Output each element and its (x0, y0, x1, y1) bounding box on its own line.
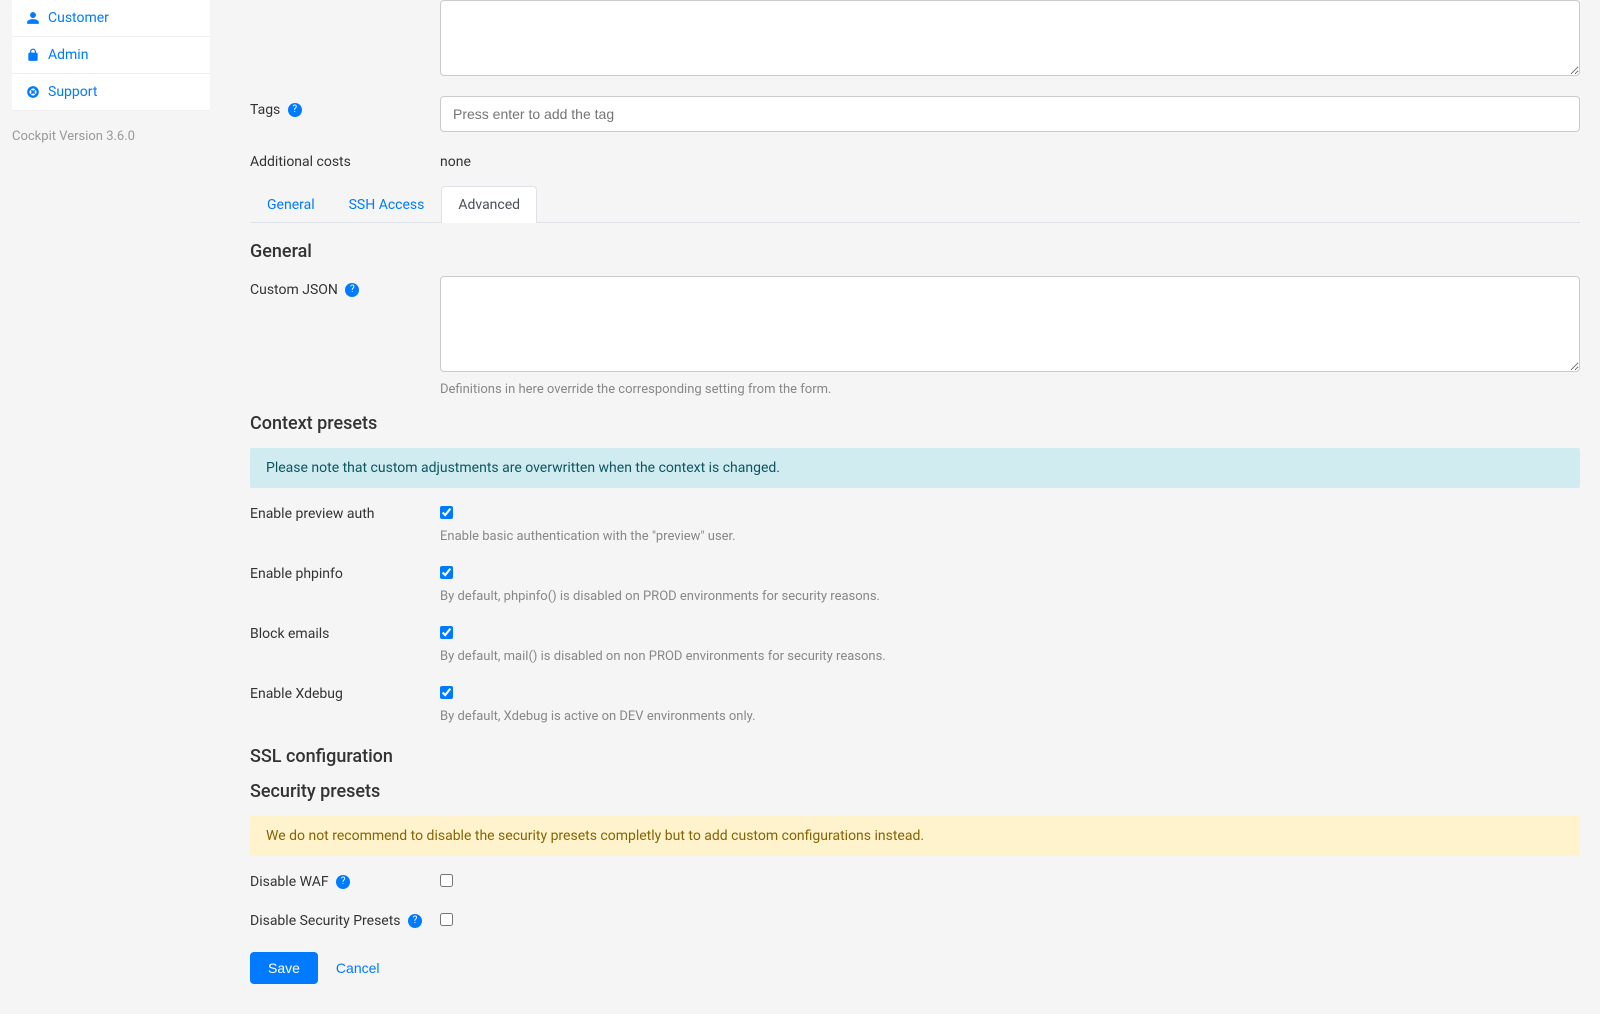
block-emails-checkbox[interactable] (440, 626, 453, 639)
version-text: Cockpit Version 3.6.0 (12, 129, 210, 144)
lock-icon (26, 48, 40, 62)
additional-costs-label: Additional costs (250, 148, 440, 170)
description-textarea[interactable] (440, 0, 1580, 76)
tags-label: Tags ? (250, 96, 440, 118)
life-ring-icon (26, 85, 40, 99)
help-icon[interactable]: ? (336, 875, 350, 889)
security-presets-alert: We do not recommend to disable the secur… (250, 816, 1580, 856)
disable-waf-checkbox[interactable] (440, 874, 453, 887)
help-icon[interactable]: ? (345, 283, 359, 297)
sidebar-item-admin[interactable]: Admin (12, 37, 210, 74)
phpinfo-hint: By default, phpinfo() is disabled on PRO… (440, 589, 1580, 604)
preview-auth-hint: Enable basic authentication with the "pr… (440, 529, 1580, 544)
custom-json-textarea[interactable] (440, 276, 1580, 372)
tags-input[interactable] (440, 96, 1580, 132)
tab-ssh-access[interactable]: SSH Access (332, 186, 442, 223)
block-emails-label: Block emails (250, 626, 440, 642)
custom-json-label: Custom JSON ? (250, 276, 440, 298)
disable-security-presets-label: Disable Security Presets ? (250, 913, 440, 929)
xdebug-label: Enable Xdebug (250, 686, 440, 702)
section-ssl-heading: SSL configuration (250, 746, 1580, 767)
xdebug-hint: By default, Xdebug is active on DEV envi… (440, 709, 1580, 724)
sidebar-item-label: Admin (48, 47, 88, 63)
block-emails-hint: By default, mail() is disabled on non PR… (440, 649, 1580, 664)
context-presets-alert: Please note that custom adjustments are … (250, 448, 1580, 488)
phpinfo-label: Enable phpinfo (250, 566, 440, 582)
textarea-label (250, 0, 440, 6)
preview-auth-label: Enable preview auth (250, 506, 440, 522)
user-icon (26, 11, 40, 25)
sidebar-item-support[interactable]: Support (12, 74, 210, 111)
sidebar-panel: Customer Admin Support (12, 0, 210, 111)
help-icon[interactable]: ? (288, 103, 302, 117)
tabs: General SSH Access Advanced (250, 186, 1580, 223)
section-context-presets-heading: Context presets (250, 413, 1580, 434)
additional-costs-value: none (440, 148, 1580, 170)
disable-waf-label: Disable WAF ? (250, 874, 440, 890)
phpinfo-checkbox[interactable] (440, 566, 453, 579)
tab-advanced[interactable]: Advanced (441, 186, 537, 223)
sidebar-item-label: Customer (48, 10, 109, 26)
save-button[interactable]: Save (250, 952, 318, 984)
xdebug-checkbox[interactable] (440, 686, 453, 699)
tab-general[interactable]: General (250, 186, 332, 223)
help-icon[interactable]: ? (408, 914, 422, 928)
section-general-heading: General (250, 241, 1580, 262)
cancel-button[interactable]: Cancel (332, 952, 384, 984)
disable-security-presets-checkbox[interactable] (440, 913, 453, 926)
sidebar-item-label: Support (48, 84, 97, 100)
section-security-presets-heading: Security presets (250, 781, 1580, 802)
preview-auth-checkbox[interactable] (440, 506, 453, 519)
custom-json-hint: Definitions in here override the corresp… (440, 382, 1580, 397)
sidebar-item-customer[interactable]: Customer (12, 0, 210, 37)
